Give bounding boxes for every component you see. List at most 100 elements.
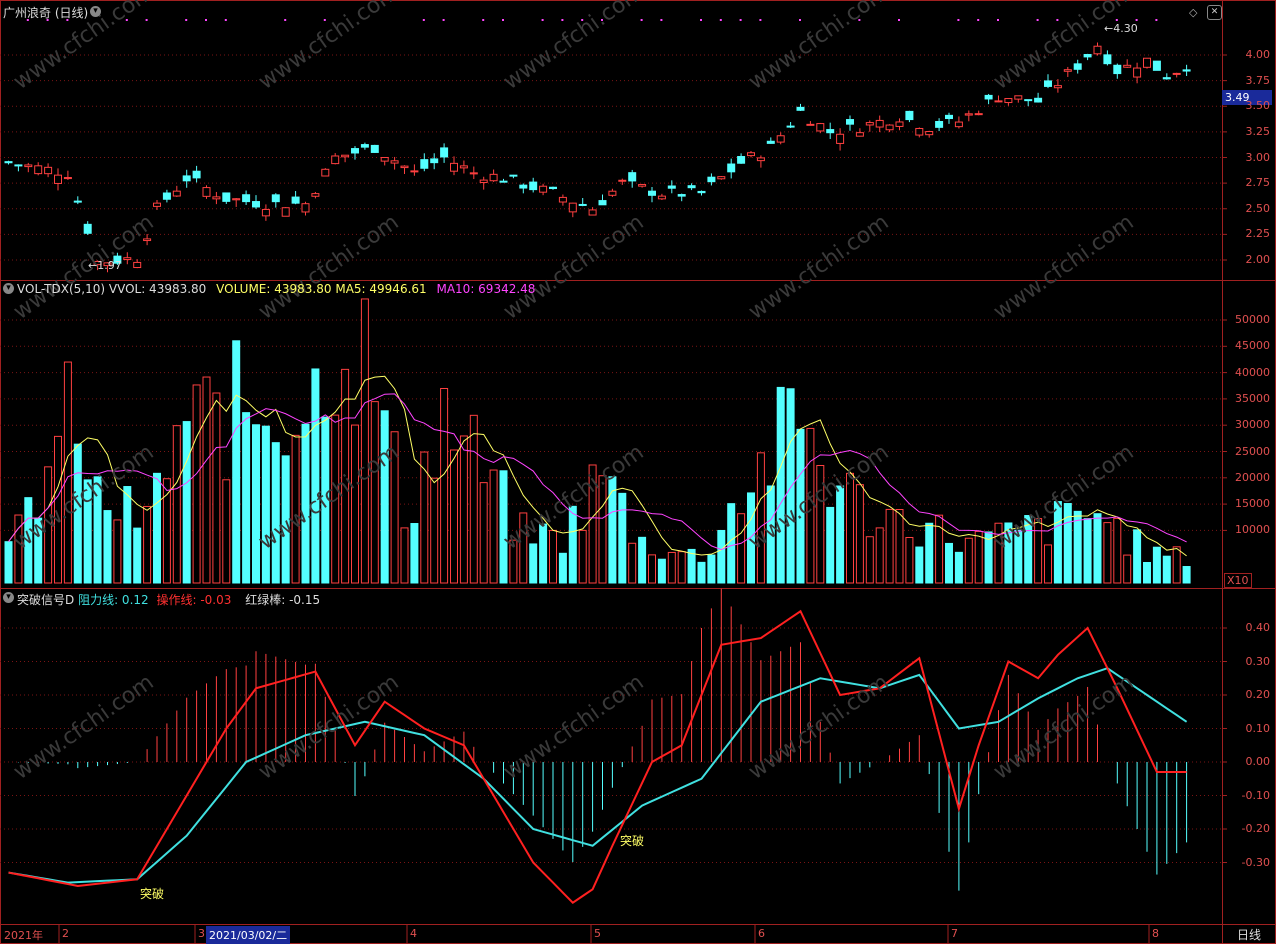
price-candle <box>370 144 379 153</box>
volume-bar <box>578 529 587 584</box>
volume-bar <box>440 387 449 584</box>
price-candle <box>1123 64 1132 68</box>
price-tick-label: 3.75 <box>1245 73 1271 87</box>
month-label-3: 3 <box>198 927 205 940</box>
price-candle <box>83 223 92 234</box>
price-tick-label: 3.25 <box>1245 124 1271 138</box>
price-candle <box>63 177 72 180</box>
price-candle <box>380 157 389 162</box>
volume-tick-label: 10000 <box>1235 523 1270 537</box>
price-candle <box>182 175 191 182</box>
watermark-text: www.cfchi.com <box>254 670 403 785</box>
price-candle <box>519 184 528 189</box>
signal-dot <box>719 19 722 21</box>
price-candle <box>34 165 43 175</box>
signal-dot <box>700 19 702 21</box>
price-candle <box>499 180 508 183</box>
volume-tick-label: 40000 <box>1235 365 1270 379</box>
volume-bar <box>657 558 666 584</box>
price-candle <box>667 185 676 189</box>
volume-bar <box>212 392 221 584</box>
volume-bar <box>1113 517 1122 584</box>
price-candle <box>766 140 775 144</box>
chart-canvas[interactable]: www.cfchi.com www.cfchi.com www.cfchi.com w… <box>0 0 1276 944</box>
volume-indicator-name: VOL-TDX(5,10) <box>17 282 106 296</box>
signal-dot <box>660 19 663 21</box>
close-icon[interactable]: ✕ <box>1207 5 1222 20</box>
diamond-icon[interactable]: ◇ <box>1189 6 1197 19</box>
volume-header: VOL-TDX(5,10) VVOL: 43983.80 VOLUME: 439… <box>17 282 535 296</box>
price-candle <box>786 125 795 128</box>
chart-window: www.cfchi.com www.cfchi.com www.cfchi.com w… <box>0 0 1276 944</box>
volume-tick-label: 20000 <box>1235 470 1270 484</box>
price-candle <box>153 202 161 207</box>
price-candle <box>291 196 300 204</box>
price-candle <box>321 168 330 177</box>
volume-bar <box>430 477 439 584</box>
volume-bar <box>697 561 706 584</box>
price-candle <box>1182 69 1191 72</box>
volume-bar <box>638 536 647 584</box>
volume-bar <box>123 486 132 584</box>
red-green-bar-value: 红绿棒: -0.15 <box>245 593 321 607</box>
volume-bar <box>222 479 231 584</box>
price-candle <box>578 203 587 206</box>
volume-value: VOLUME: 43983.80 <box>216 282 332 296</box>
price-candle <box>420 159 429 169</box>
volume-tick-label: 45000 <box>1235 339 1270 353</box>
price-tick-label: 4.00 <box>1245 48 1271 61</box>
watermark-text: www.cfchi.com <box>499 670 648 785</box>
price-tick-label: 3.50 <box>1245 99 1271 113</box>
watermark-text: www.cfchi.com <box>744 210 893 325</box>
volume-bar <box>1083 518 1092 584</box>
vvol-value: VVOL: 43983.80 <box>108 282 207 296</box>
price-candle <box>271 194 280 203</box>
volume-bar <box>370 401 379 584</box>
price-candle <box>1083 53 1092 58</box>
volume-bar <box>133 527 142 584</box>
volume-bar <box>103 510 112 584</box>
volume-bar <box>786 388 795 584</box>
price-candle <box>252 201 260 208</box>
signal-dot <box>224 19 227 21</box>
price-candle <box>657 195 666 200</box>
price-candle <box>608 190 617 196</box>
price-candle <box>1133 67 1142 78</box>
price-candle <box>430 158 439 164</box>
signal-dot <box>205 19 207 21</box>
volume-bar <box>558 552 567 584</box>
volume-bar <box>63 361 72 584</box>
indicator-tick-label: -0.10 <box>1241 788 1270 802</box>
price-candle <box>1053 85 1062 89</box>
price-tick-label: 2.00 <box>1245 253 1271 266</box>
price-candle <box>677 194 686 197</box>
volume-bar <box>380 410 389 584</box>
volume-bar <box>1063 503 1072 584</box>
period-button[interactable]: 日线 <box>1226 926 1272 942</box>
volume-bar <box>925 522 934 584</box>
price-candle <box>697 190 706 194</box>
price-candle <box>1172 72 1181 75</box>
high-price-label: ←4.30 <box>1104 22 1138 35</box>
watermark-text: www.cfchi.com <box>499 210 648 325</box>
volume-menu-icon[interactable]: ▾ <box>3 283 14 294</box>
volume-bar <box>469 414 478 584</box>
price-candle <box>123 257 132 261</box>
price-candle <box>984 94 993 100</box>
indicator-menu-icon[interactable]: ▾ <box>3 592 14 603</box>
price-candle <box>1024 99 1033 102</box>
signal-dot <box>759 19 762 21</box>
volume-bar <box>855 484 864 584</box>
volume-bar <box>311 368 320 584</box>
price-candle <box>242 194 251 203</box>
panel-menu-icon[interactable]: ▾ <box>90 6 101 17</box>
resist-line-value: 阻力线: 0.12 <box>78 593 149 607</box>
price-candle <box>469 172 478 175</box>
volume-bar <box>450 449 458 584</box>
volume-bar <box>727 503 736 584</box>
volume-tick-label: 30000 <box>1235 418 1270 432</box>
price-candle <box>994 100 1003 103</box>
volume-bar <box>1103 522 1112 584</box>
price-candle <box>172 190 181 197</box>
month-label-8: 8 <box>1152 927 1159 940</box>
